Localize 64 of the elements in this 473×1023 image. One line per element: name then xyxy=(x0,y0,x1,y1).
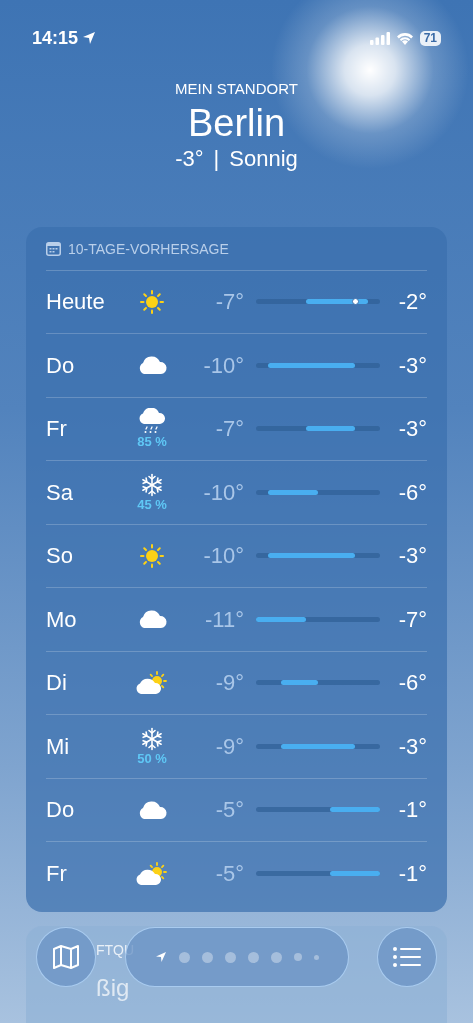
high-temperature: -7° xyxy=(397,605,427,634)
low-temperature: -10° xyxy=(202,478,244,507)
day-label: Heute xyxy=(46,288,106,317)
high-temperature: -3° xyxy=(397,415,427,444)
low-temperature: -11° xyxy=(204,605,244,634)
separator-text: | xyxy=(213,144,220,173)
low-temperature: -5° xyxy=(214,796,244,825)
high-temperature: -2° xyxy=(397,288,427,317)
sun-behind-cloud-icon xyxy=(134,861,170,886)
precipitation-chance: 45 % xyxy=(137,496,167,512)
battery-indicator: 71 xyxy=(419,30,441,46)
temperature-range-bar xyxy=(330,871,380,877)
temperature-range-bar xyxy=(330,807,380,813)
day-label: Mo xyxy=(46,605,78,634)
high-temperature: -1° xyxy=(397,796,427,825)
day-label: Sa xyxy=(46,478,74,507)
card-value: ßig xyxy=(96,972,130,1003)
card-title: FTQU xyxy=(96,940,135,960)
location-caption: MEIN STANDORT xyxy=(175,79,298,99)
snowflake-icon xyxy=(140,472,164,497)
location-arrow-icon[interactable] xyxy=(154,951,167,963)
day-label: Di xyxy=(46,669,68,698)
status-time: 14:15 xyxy=(32,26,79,50)
map-icon xyxy=(52,944,80,970)
temperature-range-bar xyxy=(280,680,318,686)
sun-icon xyxy=(139,542,165,569)
low-temperature: -5° xyxy=(214,860,244,889)
high-temperature: -3° xyxy=(397,351,427,380)
day-label: Fr xyxy=(46,860,68,889)
day-label: Mi xyxy=(46,732,71,761)
sun-icon xyxy=(139,288,165,315)
list-icon xyxy=(393,947,421,967)
calendar-icon xyxy=(46,242,61,256)
high-temperature: -3° xyxy=(397,542,427,571)
wifi-icon xyxy=(395,31,414,45)
low-temperature: -10° xyxy=(202,351,244,380)
snowflake-icon xyxy=(140,726,164,751)
sun-behind-cloud-icon xyxy=(134,670,170,695)
low-temperature: -9° xyxy=(214,669,244,698)
high-temperature: -1° xyxy=(397,860,427,889)
temperature-range-bar xyxy=(305,426,356,432)
low-temperature: -7° xyxy=(214,288,244,317)
temperature-range-bar xyxy=(256,616,306,622)
temperature-range-bar xyxy=(268,489,318,495)
forecast-title: 10-TAGE-VORHERSAGE xyxy=(68,239,229,259)
precipitation-chance: 50 % xyxy=(137,750,167,766)
precipitation-chance: 85 % xyxy=(137,434,167,450)
temperature-range-bar xyxy=(305,299,368,305)
high-temperature: -6° xyxy=(397,478,427,507)
low-temperature: -10° xyxy=(202,542,244,571)
signal-icon xyxy=(369,31,390,45)
cloud-with-sleet-icon xyxy=(137,408,167,435)
day-label: So xyxy=(46,542,74,571)
city-name: Berlin xyxy=(187,100,286,145)
low-temperature: -7° xyxy=(214,415,244,444)
location-arrow-icon xyxy=(82,31,97,45)
day-label: Do xyxy=(46,351,76,380)
low-temperature: -9° xyxy=(214,732,244,761)
high-temperature: -6° xyxy=(397,669,427,698)
day-label: Do xyxy=(46,796,76,825)
condition-text: Sonnig xyxy=(229,144,298,173)
high-temperature: -3° xyxy=(397,732,427,761)
current-temperature: -3° xyxy=(175,144,204,173)
day-label: Fr xyxy=(46,415,68,444)
